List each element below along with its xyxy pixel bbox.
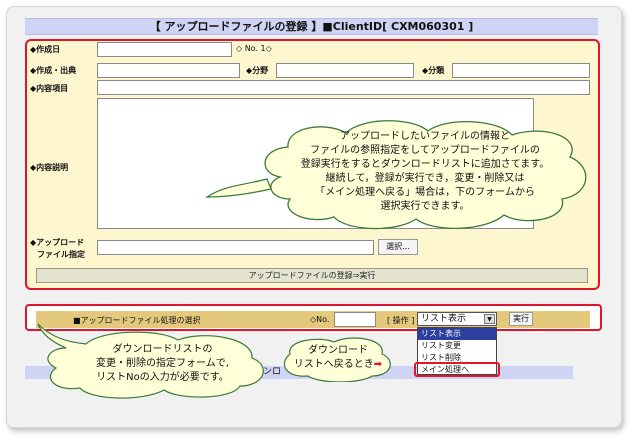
main-menu-callout-line-2: リストへ戻るとき➡ xyxy=(283,358,393,372)
main-menu-callout-text: ダウンロード リストへ戻るとき➡ xyxy=(283,344,393,372)
main-menu-callout-line-1: ダウンロード xyxy=(308,345,368,356)
file-select-button[interactable]: 選択... xyxy=(378,239,418,255)
arrow-right-icon: ➡ xyxy=(373,359,383,370)
category-label: ◆分類 xyxy=(422,66,445,75)
operation-select[interactable]: リスト表示 ▼ xyxy=(417,312,497,326)
creation-source-input[interactable] xyxy=(97,63,240,78)
operation-select-value: リスト表示 xyxy=(421,314,467,324)
list-no-callout-text: ダウンロードリストの 変更・削除の指定フォームで, リストNoの入力が必要です。 xyxy=(70,343,255,385)
creation-source-label: ◆作成・出典 xyxy=(30,66,77,75)
field-label: ◆分野 xyxy=(246,66,269,75)
upload-file-label-2: ファイル指定 xyxy=(37,250,85,259)
record-number: ◇ No. 1◇ xyxy=(236,44,272,53)
category-input[interactable] xyxy=(452,63,590,78)
info-callout-line-6: 選択実行できます。 xyxy=(380,201,470,212)
info-callout-text: アップロードしたいファイルの情報と ファイルの参照指定をしてアップロードファイル… xyxy=(255,130,595,214)
register-upload-button[interactable]: アップロードファイルの登録⇒実行 xyxy=(36,268,588,283)
dropdown-option-list-edit[interactable]: リスト変更 xyxy=(418,340,496,352)
info-callout-line-3: 登録実行をするとダウンロードリストに追加さてます。 xyxy=(300,159,550,170)
content-item-label: ◆内容項目 xyxy=(30,84,69,93)
list-no-callout-line-1: ダウンロードリストの xyxy=(112,344,213,355)
info-callout-line-2: ファイルの参照指定をしてアップロードファイルの xyxy=(310,145,540,156)
main-menu-highlight xyxy=(414,362,500,377)
operation-label: [ 操作 ] xyxy=(387,316,415,325)
execute-button[interactable]: 実行 xyxy=(509,312,533,326)
created-date-label: ◆作成日 xyxy=(30,45,61,54)
list-no-label: ◇No. xyxy=(310,315,330,324)
page-title: 【 アップロードファイルの登録 】■ClientID[ CXM060301 ] xyxy=(25,18,598,35)
field-input[interactable] xyxy=(276,63,414,78)
main-menu-callout-line-2-text: リストへ戻るとき xyxy=(293,359,374,370)
list-no-callout-line-3: リストNoの入力が必要です。 xyxy=(96,372,229,383)
dropdown-option-list-view[interactable]: リスト表示 xyxy=(418,328,496,340)
info-callout-line-1: アップロードしたいファイルの情報と xyxy=(340,131,510,142)
list-no-input[interactable] xyxy=(334,312,376,327)
created-date-input[interactable] xyxy=(97,42,232,57)
content-description-label: ◆内容説明 xyxy=(30,163,69,172)
upload-file-label-1: ◆アップロード xyxy=(30,238,85,247)
info-callout-line-4: 継続して，登録が実行でき，変更・削除又は xyxy=(325,173,525,184)
content-item-input[interactable] xyxy=(97,80,590,95)
chevron-down-icon[interactable]: ▼ xyxy=(484,314,495,324)
upload-file-input[interactable] xyxy=(97,240,374,255)
info-callout-line-5: 「メイン処理へ戻る」場合は，下のフォームから xyxy=(315,187,535,198)
list-no-callout-line-2: 変更・削除の指定フォームで, xyxy=(96,358,229,369)
